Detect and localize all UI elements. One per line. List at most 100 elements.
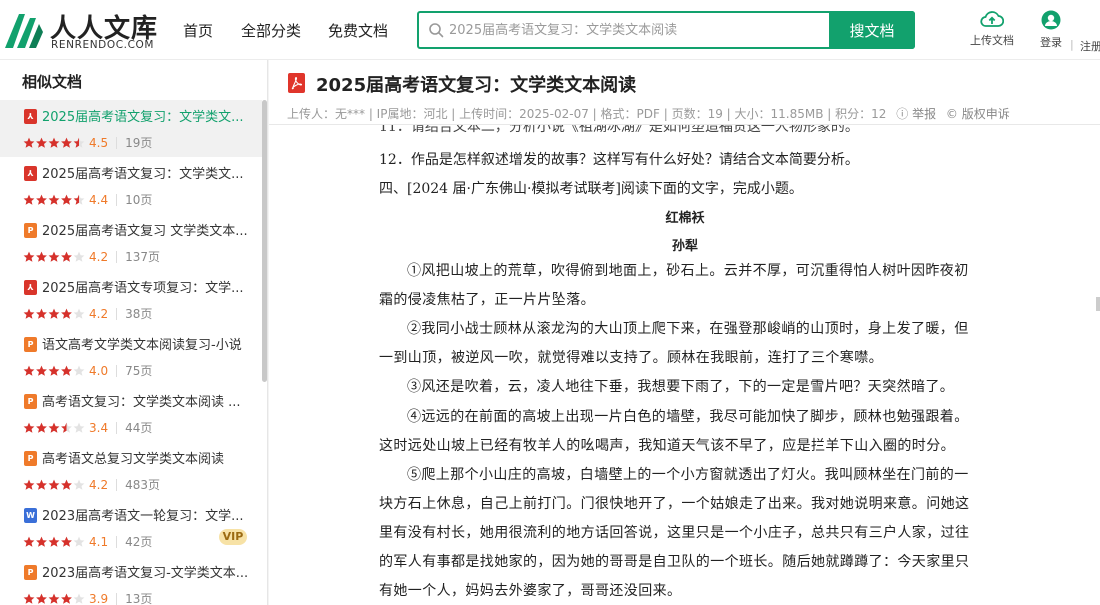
site-logo[interactable]: 人人文库 RENRENDOC.COM bbox=[4, 8, 164, 52]
doc-item-meta: 3.9 13页 bbox=[23, 588, 152, 605]
doc-item-pages: 483页 bbox=[116, 478, 160, 491]
search-button[interactable]: 搜文档 bbox=[829, 11, 915, 49]
page-scrollbar[interactable] bbox=[1096, 297, 1100, 311]
story-line: ②我同小战士顾林从滚龙沟的大山顶上爬下来，在强登那峻峭的山顶时，身上发了暖，但 bbox=[407, 321, 969, 338]
copyright-link[interactable]: © 版权申诉 bbox=[946, 107, 1010, 121]
star-filled-icon bbox=[48, 422, 60, 433]
sidebar-doc-item[interactable]: ⅄ 2025届高考语文专项复习：文学... 4.2 38页 bbox=[0, 271, 262, 328]
star-filled-icon bbox=[48, 308, 60, 319]
star-filled-icon bbox=[48, 365, 60, 376]
doc-item-score: 4.2 bbox=[89, 477, 109, 492]
story-line: 一到山顶，被逆风一吹，就觉得难以支持了。顾林在我眼前，连打了三个寒噤。 bbox=[379, 350, 883, 367]
sidebar-doc-item[interactable]: W 2023届高考语文一轮复习：文学... 4.1 42页 VIP bbox=[0, 499, 262, 556]
doc-item-title: 2023届高考语文一轮复习：文学... bbox=[42, 509, 244, 524]
star-filled-icon bbox=[61, 251, 72, 262]
doc-item-meta: 4.2 38页 bbox=[23, 303, 152, 321]
story-line: 块方石上休息，自己上前打门。门很快地开了，一个姑娘走了出来。我对她说明来意。问她… bbox=[379, 495, 970, 512]
doc-item-score: 4.2 bbox=[89, 306, 109, 321]
nav-all-categories[interactable]: 全部分类 bbox=[241, 20, 301, 41]
star-filled-icon bbox=[23, 479, 35, 490]
doc-item-title: 语文高考文学类文本阅读复习-小说 bbox=[42, 338, 242, 353]
sidebar-doc-item[interactable]: P 高考语文复习：文学类文本阅读 ... 3.4 44页 bbox=[0, 385, 262, 442]
top-header: 人人文库 RENRENDOC.COM 首页 全部分类 免费文档 搜文档 上传文档… bbox=[0, 0, 1100, 60]
doc-item-title: 高考语文复习：文学类文本阅读 ... bbox=[42, 395, 241, 410]
doc-item-pages: 75页 bbox=[116, 364, 152, 377]
star-filled-icon bbox=[61, 365, 72, 376]
rating-stars bbox=[23, 536, 85, 547]
story-line: ⑤爬上那个小山庄的高坡，白墙壁上的一个小方窗就透出了灯火。我叫顾林坐在门前的一 bbox=[407, 466, 969, 483]
document-meta-text: 上传人：无*** | IP属地：河北 | 上传时间：2025-02-07 | 格… bbox=[287, 107, 887, 121]
section-4-instruction: 四、[2024 届·广东佛山·模拟考试联考]阅读下面的文字，完成小题。 bbox=[379, 181, 803, 197]
doc-item-pages: 13页 bbox=[116, 592, 152, 605]
pdf-file-icon: ⅄ bbox=[24, 109, 37, 124]
ppt-file-icon: P bbox=[24, 337, 37, 352]
story-author: 孙犁 bbox=[671, 239, 698, 254]
doc-item-score: 3.9 bbox=[89, 591, 109, 605]
star-icon bbox=[73, 536, 85, 547]
question-12: 12．作品是怎样叙述增发的故事？这样写有什么好处？请结合文本简要分析。 bbox=[379, 152, 859, 168]
doc-item-pages: 42页 bbox=[116, 535, 152, 548]
star-filled-icon bbox=[61, 536, 72, 547]
doc-item-score: 4.1 bbox=[89, 534, 109, 549]
star-icon bbox=[73, 251, 85, 262]
sidebar-doc-item[interactable]: P 2023届高考语文复习-文学类文本... 3.9 13页 bbox=[0, 556, 262, 605]
star-filled-icon bbox=[36, 593, 47, 604]
nav-home[interactable]: 首页 bbox=[183, 20, 213, 41]
login-label: 登录 bbox=[1040, 36, 1062, 49]
sidebar-doc-item[interactable]: P 高考语文总复习文学类文本阅读 4.2 483页 bbox=[0, 442, 262, 499]
vip-badge: VIP bbox=[219, 529, 247, 545]
star-filled-icon bbox=[23, 251, 35, 262]
star-filled-icon bbox=[61, 479, 72, 490]
nav-free-docs[interactable]: 免费文档 bbox=[328, 20, 388, 41]
sidebar-doc-item[interactable]: P 2025届高考语文复习 文学类文本... 4.2 137页 bbox=[0, 214, 262, 271]
report-label: 举报 bbox=[912, 107, 937, 121]
story-line: 有她一个人，妈妈去外婆家了，哥哥还没回来。 bbox=[379, 583, 682, 600]
star-filled-icon bbox=[23, 308, 35, 319]
doc-item-meta: 4.1 42页 bbox=[23, 531, 152, 549]
story-line: 霜的侵凌焦枯了，正一片片坠落。 bbox=[379, 292, 595, 309]
doc-item-meta: 4.2 137页 bbox=[23, 246, 160, 264]
sidebar-doc-item[interactable]: ⅄ 2025届高考语文复习：文学类文... 4.5 19页 bbox=[0, 100, 262, 157]
doc-item-title: 高考语文总复习文学类文本阅读 bbox=[42, 452, 225, 467]
star-filled-icon bbox=[48, 194, 60, 205]
ppt-file-icon: P bbox=[24, 565, 37, 580]
sidebar-doc-item[interactable]: P 语文高考文学类文本阅读复习-小说 4.0 75页 bbox=[0, 328, 262, 385]
star-icon bbox=[73, 422, 85, 433]
star-icon bbox=[73, 365, 85, 376]
star-filled-icon bbox=[36, 479, 47, 490]
star-filled-icon bbox=[36, 251, 47, 262]
star-icon bbox=[73, 308, 85, 319]
star-filled-icon bbox=[61, 308, 72, 319]
story-line: 里有没有村长，她用很流利的地方话回答说，这里只是一个小庄子，总共只有三户人家，过… bbox=[379, 524, 970, 541]
header-separator: | bbox=[1070, 38, 1074, 51]
search-input[interactable] bbox=[449, 19, 829, 41]
sidebar-doc-item[interactable]: ⅄ 2025届高考语文复习：文学类文... 4.4 10页 bbox=[0, 157, 262, 214]
doc-item-score: 4.5 bbox=[89, 135, 109, 150]
doc-item-title: 2025届高考语文复习：文学类文... bbox=[42, 110, 244, 125]
star-filled-icon bbox=[61, 593, 72, 604]
star-filled-icon bbox=[23, 536, 35, 547]
similar-docs-sidebar: 相似文档 ⅄ 2025届高考语文复习：文学类文... 4.5 19页 ⅄ 2025届高考语… bbox=[0, 60, 268, 605]
rating-stars bbox=[23, 365, 85, 376]
doc-item-title: 2025届高考语文复习：文学类文... bbox=[42, 167, 244, 182]
upload-button[interactable]: 上传文档 bbox=[970, 10, 1014, 48]
star-filled-icon bbox=[36, 137, 47, 148]
doc-item-pages: 137页 bbox=[116, 250, 160, 263]
star-filled-icon bbox=[23, 194, 35, 205]
rating-stars bbox=[23, 479, 85, 490]
search-icon bbox=[429, 23, 444, 38]
login-button[interactable]: 登录 bbox=[1040, 10, 1062, 50]
document-viewer: 2025届高考语文复习：文学类文本阅读 上传人：无*** | IP属地：河北 |… bbox=[269, 60, 1100, 605]
document-meta: 上传人：无*** | IP属地：河北 | 上传时间：2025-02-07 | 格… bbox=[287, 105, 1010, 122]
report-link[interactable]: ⓘ 举报 bbox=[896, 107, 936, 121]
doc-item-title: 2025届高考语文专项复习：文学... bbox=[42, 281, 244, 296]
word-file-icon: W bbox=[24, 508, 37, 523]
question-11-partial: 11．请结合文本二，分析小说《祖湖冰湖》是如何塑造福贵这一人物形象的。 bbox=[379, 124, 859, 135]
doc-item-score: 4.0 bbox=[89, 363, 109, 378]
doc-item-pages: 10页 bbox=[116, 193, 152, 206]
report-icon: ⓘ bbox=[896, 107, 909, 121]
register-link[interactable]: 注册 bbox=[1080, 38, 1100, 54]
logo-mark-icon bbox=[5, 14, 43, 48]
sidebar-scrollbar[interactable] bbox=[262, 100, 267, 382]
pdf-file-icon: ⅄ bbox=[24, 166, 37, 181]
